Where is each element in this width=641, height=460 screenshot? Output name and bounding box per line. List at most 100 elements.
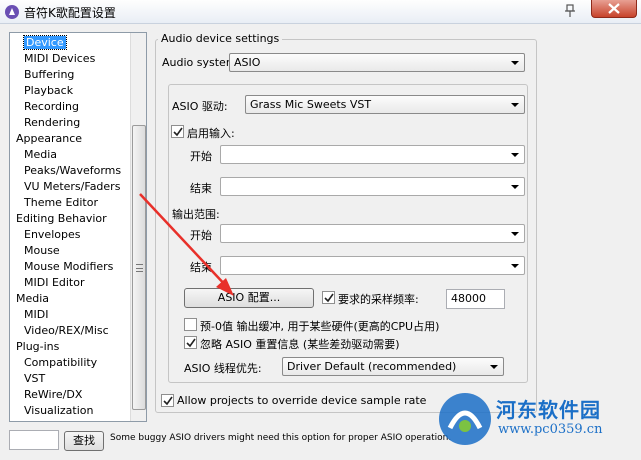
enable-input-checkbox[interactable] xyxy=(171,125,184,138)
tree-scrollbar[interactable] xyxy=(130,33,146,421)
tree-item[interactable]: Recording xyxy=(24,99,79,114)
tree-item[interactable]: Peaks/Waveforms xyxy=(24,163,121,178)
settings-tree[interactable]: Device MIDI Devices Buffering Playback Recor… xyxy=(9,32,147,422)
input-end-select[interactable] xyxy=(220,177,525,196)
output-start-label: 开始 xyxy=(190,229,212,242)
tree-item[interactable]: MIDI xyxy=(24,307,48,322)
tree-item-label: Compatibility xyxy=(24,356,98,369)
hint-text: Some buggy ASIO drivers might need this … xyxy=(110,433,452,443)
check-icon xyxy=(163,396,173,406)
check-icon xyxy=(173,127,183,137)
tree-item[interactable]: Playback xyxy=(24,83,73,98)
enable-input-label: 启用输入: xyxy=(187,127,235,140)
override-samplerate-checkbox[interactable] xyxy=(161,394,174,407)
window-title: 音符K歌配置设置 xyxy=(24,6,116,20)
tree-item-label: Mouse Modifiers xyxy=(24,260,114,273)
tree-item-label: Device xyxy=(23,35,67,50)
output-start-select[interactable] xyxy=(220,224,525,243)
samplerate-checkbox[interactable] xyxy=(322,291,335,304)
override-samplerate-label: Allow projects to override device sample… xyxy=(177,394,427,407)
input-end-label: 结束 xyxy=(190,182,212,195)
ignore-reset-label: 忽略 ASIO 重置信息 (某些差劲驱动需要) xyxy=(200,338,400,351)
tree-item-label: Video/REX/Misc xyxy=(24,324,109,337)
output-end-select[interactable] xyxy=(220,256,525,275)
tree-item-label: Appearance xyxy=(16,132,83,145)
tree-item-label: Rendering xyxy=(24,116,81,129)
check-icon xyxy=(186,338,196,348)
tree-item-label: MIDI Editor xyxy=(24,276,85,289)
search-input[interactable] xyxy=(9,430,59,450)
output-end-label: 结束 xyxy=(190,261,212,274)
tree-item[interactable]: VST xyxy=(24,371,45,386)
tree-item[interactable]: Visualization xyxy=(24,403,93,418)
tree-item[interactable]: Media xyxy=(24,147,57,162)
tree-item[interactable]: Mouse Modifiers xyxy=(24,259,113,274)
tree-item-label: MIDI Devices xyxy=(24,52,96,65)
tree-item-label: Playback xyxy=(24,84,74,97)
pin-icon[interactable] xyxy=(562,3,578,19)
check-icon xyxy=(324,293,334,303)
chevron-down-icon xyxy=(511,232,519,236)
tree-item[interactable]: Media xyxy=(16,291,49,306)
tree-item[interactable]: ReWire/DX xyxy=(24,387,82,402)
tree-item-label: Envelopes xyxy=(24,228,81,241)
tree-item[interactable]: VU Meters/Faders xyxy=(24,179,120,194)
tree-item[interactable]: Buffering xyxy=(24,67,74,82)
chevron-down-icon xyxy=(511,103,519,107)
audio-system-select[interactable]: ASIO xyxy=(229,53,525,72)
close-icon xyxy=(608,3,620,14)
prezero-label: 预-0值 输出缓冲, 用于某些硬件(更高的CPU占用) xyxy=(200,320,440,333)
tree-item-label: Recording xyxy=(24,100,80,113)
tree-item-label: Media xyxy=(16,292,50,305)
tree-item-label: Theme Editor xyxy=(24,196,98,209)
watermark: 河东软件园 www.pc0359.cn xyxy=(436,390,641,460)
find-button[interactable]: 查找 xyxy=(64,431,104,451)
title-bar[interactable]: 音符K歌配置设置 xyxy=(0,0,641,24)
watermark-url: www.pc0359.cn xyxy=(498,422,603,437)
ignore-reset-checkbox[interactable] xyxy=(184,336,197,349)
asio-driver-label: ASIO 驱动: xyxy=(172,100,228,113)
tree-item[interactable]: Plug-ins xyxy=(16,339,59,354)
app-icon xyxy=(5,5,19,19)
tree-item[interactable]: Compatibility xyxy=(24,355,97,370)
asio-driver-select[interactable]: Grass Mic Sweets VST xyxy=(245,95,525,114)
samplerate-label: 要求的采样频率: xyxy=(338,293,419,306)
input-start-select[interactable] xyxy=(220,145,525,164)
chevron-down-icon xyxy=(511,264,519,268)
scroll-grip-icon xyxy=(136,264,143,272)
chevron-down-icon xyxy=(511,185,519,189)
prezero-checkbox[interactable] xyxy=(184,318,197,331)
thread-priority-label: ASIO 线程优先: xyxy=(184,362,262,375)
samplerate-input[interactable]: 48000 xyxy=(446,289,505,309)
tree-item[interactable]: Envelopes xyxy=(24,227,80,242)
tree-item[interactable]: Video/REX/Misc xyxy=(24,323,109,338)
watermark-logo-icon xyxy=(439,393,491,445)
tree-item[interactable]: Rendering xyxy=(24,115,80,130)
tree-item-label: MIDI xyxy=(24,308,49,321)
close-button[interactable] xyxy=(591,0,637,18)
tree-item[interactable]: Mouse xyxy=(24,243,60,258)
tree-item[interactable]: MIDI Devices xyxy=(24,51,95,66)
watermark-name: 河东软件园 xyxy=(496,398,601,422)
tree-item[interactable]: Device xyxy=(23,35,67,50)
tree-item-label: Peaks/Waveforms xyxy=(24,164,122,177)
tree-item-label: Mouse xyxy=(24,244,60,257)
audio-settings-title: Audio device settings xyxy=(158,32,283,45)
thread-priority-select[interactable]: Driver Default (recommended) xyxy=(282,357,504,376)
tree-item[interactable]: Editing Behavior xyxy=(16,211,107,226)
tree-item-label: Media xyxy=(24,148,58,161)
tree-item[interactable]: Appearance xyxy=(16,131,82,146)
asio-driver-value: Grass Mic Sweets VST xyxy=(250,98,372,111)
tree-item-label: ReWire/DX xyxy=(24,388,83,401)
input-start-label: 开始 xyxy=(190,150,212,163)
tree-item[interactable]: MIDI Editor xyxy=(24,275,85,290)
audio-system-value: ASIO xyxy=(234,56,261,69)
scrollbar-thumb[interactable] xyxy=(132,125,146,410)
tree-item[interactable]: Theme Editor xyxy=(24,195,98,210)
tree-item-label: Buffering xyxy=(24,68,75,81)
thread-priority-value: Driver Default (recommended) xyxy=(287,360,457,373)
chevron-down-icon xyxy=(511,61,519,65)
asio-config-button[interactable]: ASIO 配置... xyxy=(184,288,314,308)
tree-item-label: VST xyxy=(24,372,46,385)
tree-item-label: Editing Behavior xyxy=(16,212,107,225)
